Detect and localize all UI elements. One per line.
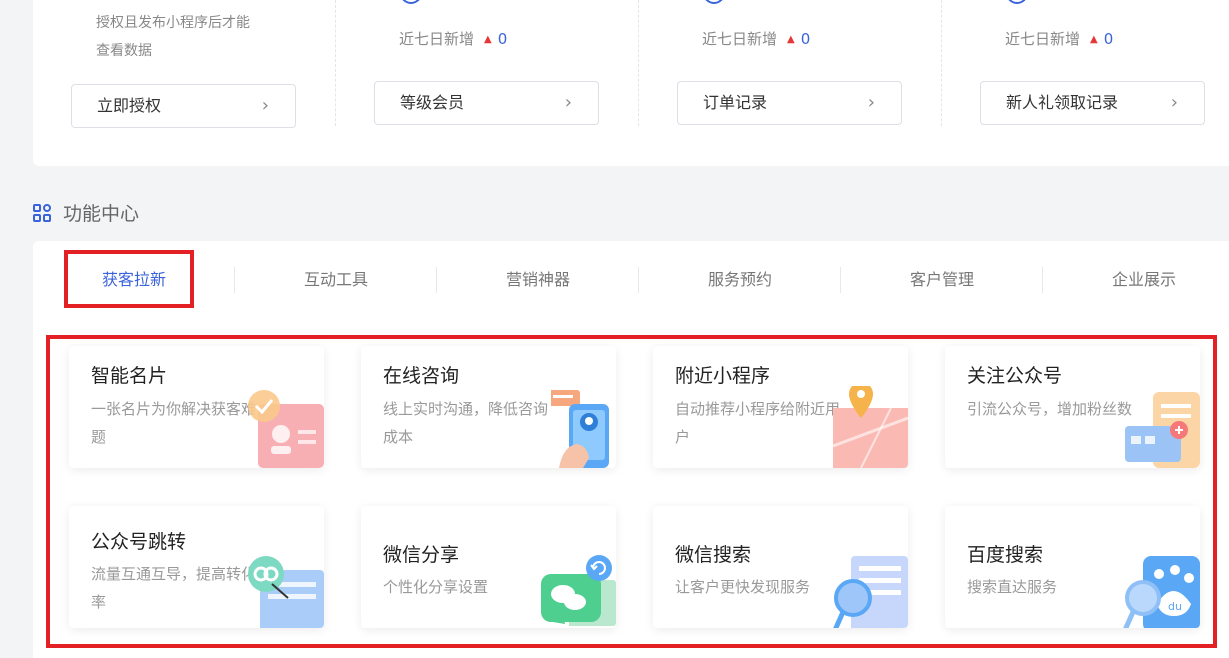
- recent-label: 近七日新增: [1005, 30, 1081, 48]
- recent-value: 0: [497, 30, 508, 48]
- tab-marketing-tools[interactable]: 营销神器: [437, 261, 639, 299]
- up-arrow-icon: ▲: [484, 34, 492, 45]
- level-member-label: 等级会员: [400, 93, 465, 112]
- order-records-button[interactable]: 订单记录 ›: [677, 81, 902, 125]
- highlight-box-cards: [46, 335, 1217, 648]
- section-title: 功能中心: [63, 203, 140, 225]
- section-header: 功能中心: [33, 199, 139, 226]
- tab-customer-management[interactable]: 客户管理: [841, 261, 1043, 299]
- chevron-right-icon: ›: [1170, 92, 1178, 113]
- recent-value: 0: [1103, 30, 1114, 48]
- auth-hint-line2: 查看数据: [96, 43, 152, 59]
- member-recent: 近七日新增 ▲ 0: [399, 28, 507, 49]
- authorize-now-button[interactable]: 立即授权 ›: [71, 84, 296, 128]
- chevron-right-icon: ›: [261, 95, 269, 116]
- column-divider: [941, 0, 942, 126]
- chevron-right-icon: ›: [564, 92, 572, 113]
- recent-value: 0: [800, 30, 811, 48]
- auth-status-text-cropped: [97, 0, 177, 4]
- tab-company-showcase[interactable]: 企业展示: [1043, 261, 1229, 299]
- auth-hint-line1: 授权且发布小程序后才能: [96, 15, 250, 31]
- level-member-button[interactable]: 等级会员 ›: [374, 81, 599, 125]
- order-records-label: 订单记录: [703, 93, 768, 112]
- stats-panel: 授权且发布小程序后才能 查看数据 立即授权 › 近七日新增 ▲ 0 等级会员 › 近…: [33, 0, 1229, 166]
- up-arrow-icon: ▲: [1090, 34, 1098, 45]
- newcomer-gift-records-label: 新人礼领取记录: [1006, 93, 1119, 112]
- chevron-right-icon: ›: [867, 92, 875, 113]
- recent-label: 近七日新增: [702, 30, 778, 48]
- member-stat-icon: [400, 0, 422, 12]
- feature-tabs: 获客拉新 互动工具 营销神器 服务预约 客户管理 企业展示: [33, 241, 1229, 321]
- order-recent: 近七日新增 ▲ 0: [702, 28, 810, 49]
- gift-recent: 近七日新增 ▲ 0: [1005, 28, 1113, 49]
- column-divider: [638, 0, 639, 126]
- column-divider: [335, 0, 336, 126]
- gift-stat-icon: [1006, 0, 1028, 12]
- recent-label: 近七日新增: [399, 30, 475, 48]
- order-stat-icon: [703, 0, 725, 12]
- tab-interactive-tools[interactable]: 互动工具: [235, 261, 437, 299]
- auth-hint: 授权且发布小程序后才能 查看数据: [96, 9, 286, 65]
- newcomer-gift-records-button[interactable]: 新人礼领取记录 ›: [980, 81, 1205, 125]
- up-arrow-icon: ▲: [787, 34, 795, 45]
- grid-apps-icon: [33, 203, 51, 222]
- tab-service-booking[interactable]: 服务预约: [639, 261, 841, 299]
- highlight-box-tab: [64, 250, 194, 308]
- authorize-now-label: 立即授权: [97, 96, 162, 115]
